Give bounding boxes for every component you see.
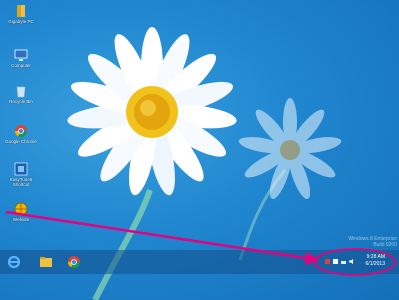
annotation-arrow-line xyxy=(5,210,313,261)
annotation-highlight-ellipse xyxy=(314,248,396,276)
annotation-overlay xyxy=(5,210,396,276)
annotation-arrowhead xyxy=(305,252,320,265)
desktop[interactable]: Gigabyte PC Computer Recycle Bin Google … xyxy=(0,0,399,300)
